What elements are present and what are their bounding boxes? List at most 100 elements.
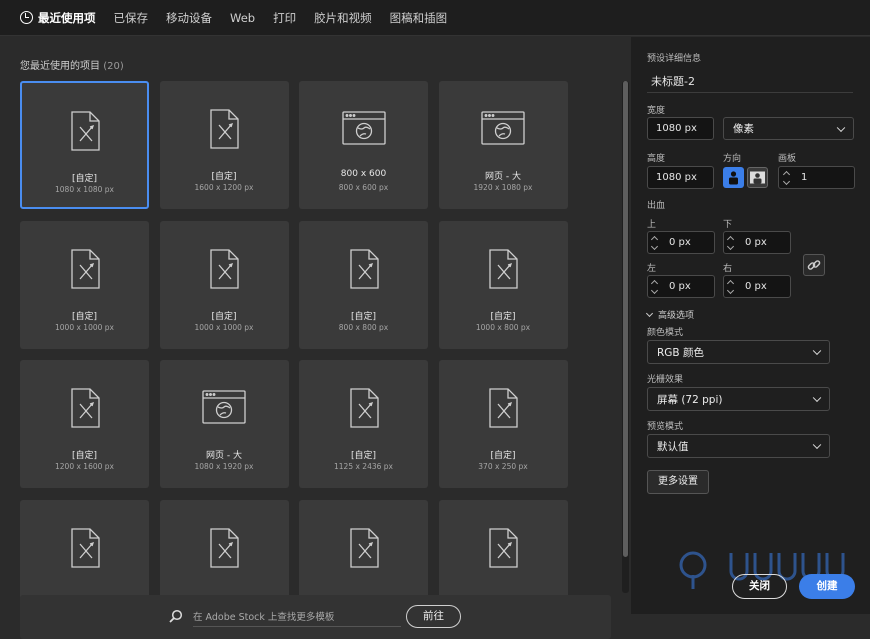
tab-mobile[interactable]: 移动设备 [166,10,212,26]
go-button[interactable]: 前往 [406,605,461,628]
preset-size: 1000 x 800 px [475,322,531,332]
color-mode-dropdown[interactable]: RGB 颜色 [647,340,830,364]
preset-size: 1920 x 1080 px [473,183,533,192]
preview-mode-dropdown[interactable]: 默认值 [647,434,830,458]
preset-size: 1000 x 1000 px [194,322,254,332]
custom-doc-icon [202,107,246,151]
custom-doc-icon [63,526,107,570]
preset-size: 370 x 250 px [478,462,528,471]
orientation-label: 方向 [723,154,742,164]
chevron-down-icon [812,393,822,403]
advanced-options-toggle[interactable]: 高级选项 [645,308,694,321]
custom-doc-icon [63,109,107,153]
width-label: 宽度 [647,106,666,116]
bleed-bottom-label: 下 [723,220,733,230]
more-settings-button[interactable]: 更多设置 [647,470,709,494]
bleed-right-stepper[interactable] [726,276,737,298]
width-input[interactable]: 1080 px [647,117,714,140]
custom-doc-icon [342,247,386,291]
preset-card[interactable]: 网页 - 大 1920 x 1080 px [438,81,568,209]
bleed-left-label: 左 [647,264,657,274]
height-label: 高度 [647,154,666,164]
chevron-down-icon [812,440,822,450]
preset-name: [自定] [350,311,377,322]
preset-card[interactable]: 800 x 600 800 x 600 px [299,81,428,209]
create-button[interactable]: 创建 [799,574,855,599]
close-button[interactable]: 关闭 [732,574,787,599]
preset-name: [自定] [71,174,98,184]
preset-card[interactable]: [自定] 1000 x 1000 px [159,220,289,349]
preset-name: 800 x 600 [340,169,387,179]
color-mode-label: 颜色模式 [647,328,684,338]
custom-doc-icon [202,247,246,291]
custom-doc-icon [481,247,525,291]
preset-size: 1080 x 1080 px [55,185,114,194]
tab-saved[interactable]: 已保存 [114,10,149,26]
custom-doc-icon [63,247,107,291]
preset-name: 网页 - 大 [485,172,521,182]
preset-card[interactable]: [自定] 1200 x 1600 px [20,360,149,488]
custom-doc-icon [202,526,246,570]
preset-card[interactable]: [自定] 1080 x 1080 px [20,81,149,209]
preset-name: [自定] [490,451,516,461]
height-input[interactable]: 1080 px [647,166,714,189]
scroll-thumb[interactable] [623,81,628,557]
custom-doc-icon [342,386,386,430]
preset-name: [自定] [211,172,237,182]
preset-card[interactable]: [自定] 1000 x 1000 px [20,220,149,349]
stock-search-bar: 在 Adobe Stock 上查找更多模板 前往 [20,595,611,639]
preset-name: [自定] [71,311,98,322]
document-name-input[interactable]: 未标题-2 [647,73,853,93]
bleed-top-stepper[interactable] [650,232,661,254]
preset-card[interactable]: [自定] 370 x 250 px [438,360,568,488]
bleed-bottom-stepper[interactable] [726,232,737,254]
custom-doc-icon [63,386,107,430]
preset-card[interactable]: [自定] 1600 x 1200 px [159,81,289,209]
artboards-stepper[interactable] [782,167,793,189]
web-icon [202,386,246,430]
scrollbar[interactable] [622,81,629,593]
search-icon [169,609,183,623]
preset-card[interactable]: [自定] 800 x 800 px [299,220,428,349]
chevron-down-icon [812,346,822,356]
preset-size: 800 x 600 px [338,183,389,192]
stock-search-input[interactable]: 在 Adobe Stock 上查找更多模板 [193,609,334,623]
tab-recent[interactable]: 最近使用项 [20,10,96,26]
chevron-down-icon [836,123,846,132]
bleed-label: 出血 [647,201,666,211]
tab-web[interactable]: Web [230,11,255,25]
raster-effects-label: 光栅效果 [647,375,684,385]
preset-size: 1200 x 1600 px [55,462,114,471]
bleed-top-label: 上 [647,220,657,230]
tab-art-illustration[interactable]: 图稿和插图 [390,10,448,26]
preset-name: [自定] [211,311,237,322]
preset-card[interactable]: 网页 - 大 1080 x 1920 px [159,360,289,488]
portrait-icon [729,171,738,185]
portrait-orientation-button[interactable] [723,167,744,188]
link-bleed-button[interactable] [803,254,825,276]
custom-doc-icon [481,386,525,430]
web-icon [341,107,386,151]
unit-dropdown[interactable]: 像素 [723,117,854,140]
preset-card[interactable]: [自定] 1000 x 800 px [438,220,568,349]
link-icon [807,260,821,270]
custom-doc-icon [342,526,386,570]
tab-bar: 最近使用项 已保存 移动设备 Web 打印 胶片和视频 图稿和插图 [0,0,870,36]
preset-details-panel: 预设详细信息 未标题-2 宽度 1080 px 像素 高度 1080 px 方向… [631,37,870,614]
tab-print[interactable]: 打印 [273,10,296,26]
landscape-icon [750,171,765,184]
custom-doc-icon [481,526,525,570]
chevron-down-icon [645,309,654,317]
preset-card[interactable]: [自定] 1125 x 2436 px [299,360,428,488]
search-underline [193,626,401,627]
preset-size: 1125 x 2436 px [334,462,393,471]
raster-effects-dropdown[interactable]: 屏幕 (72 ppi) [647,387,830,411]
clock-icon [20,11,33,24]
preset-name: 网页 - 大 [206,451,242,461]
tab-film-video[interactable]: 胶片和视频 [314,10,372,26]
bleed-left-stepper[interactable] [650,276,661,298]
recent-title: 您最近使用的项目 (20) [20,61,124,72]
recent-panel: 您最近使用的项目 (20) [自定] 1080 x 1080 px [自定] 1600… [0,37,629,639]
landscape-orientation-button[interactable] [747,167,768,188]
bleed-right-label: 右 [723,264,733,274]
